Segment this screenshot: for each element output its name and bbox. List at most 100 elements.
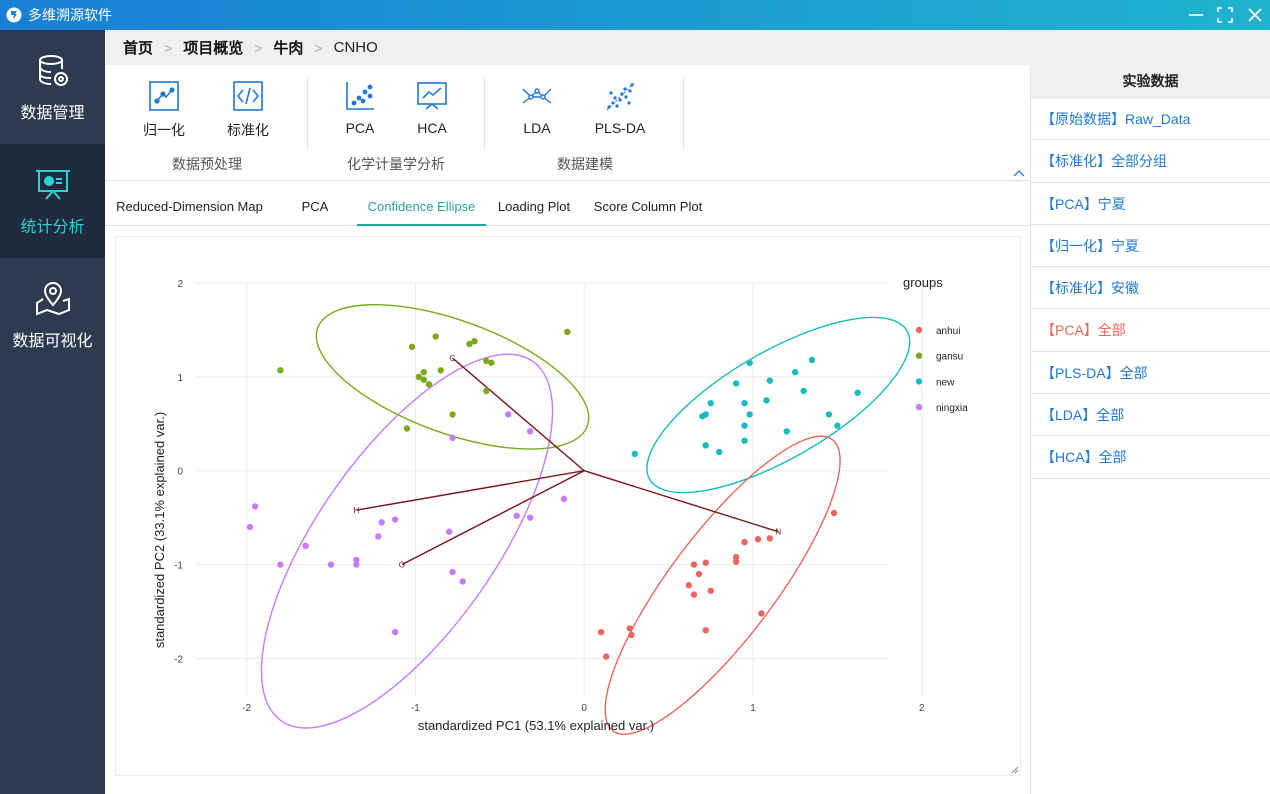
data-point-new	[699, 413, 706, 420]
close-icon[interactable]	[1245, 5, 1265, 25]
dataset-item[interactable]: 【标准化】全部分组	[1031, 140, 1270, 183]
loading-label-O: O	[399, 561, 405, 570]
sidebar-item-statistical-analysis[interactable]: 统计分析	[0, 144, 105, 258]
tab-confidence-ellipse[interactable]: Confidence Ellipse	[357, 181, 486, 226]
data-point-ningxia	[353, 561, 360, 568]
group-label-chemometrics: 化学计量学分析	[347, 156, 445, 172]
chevron-right-icon: >	[164, 39, 173, 56]
data-point-ningxia	[449, 434, 456, 442]
data-point-ningxia	[391, 516, 399, 523]
data-point-new	[766, 377, 774, 384]
data-point-anhui	[628, 631, 635, 639]
divider	[683, 77, 684, 149]
data-point-new	[791, 368, 799, 376]
breadcrumb-beef[interactable]: 牛肉	[273, 37, 303, 58]
dots-icon	[606, 82, 635, 111]
tab-loading-plot[interactable]: Loading Plot	[493, 181, 575, 226]
data-point-new	[783, 428, 790, 435]
dataset-item[interactable]: 【PCA】全部	[1031, 309, 1270, 352]
data-point-anhui	[702, 627, 709, 634]
hca-button[interactable]: HCA	[392, 79, 472, 141]
tool-label: 归一化	[143, 122, 185, 138]
normalize-button[interactable]: 归一化	[124, 79, 204, 141]
breadcrumb-project-overview[interactable]: 项目概览	[183, 37, 243, 58]
data-point-new	[800, 387, 807, 395]
data-point-anhui	[707, 587, 714, 595]
data-point-anhui	[754, 536, 762, 543]
dataset-item[interactable]: 【归一化】宁夏	[1031, 225, 1270, 268]
tab-score-column-plot[interactable]: Score Column Plot	[590, 181, 706, 226]
tab-pca[interactable]: PCA	[285, 181, 345, 226]
loading-arrow-H	[356, 470, 585, 511]
maximize-icon[interactable]	[1215, 5, 1235, 25]
group-label-modeling: 数据建模	[557, 156, 613, 172]
sidebar-item-data-management[interactable]: 数据管理	[0, 30, 105, 144]
confidence-ellipse-anhui	[604, 435, 841, 735]
chevron-right-icon: >	[314, 39, 323, 56]
breadcrumb-current: CNHO	[333, 39, 378, 56]
data-point-new	[741, 437, 748, 444]
data-point-ningxia	[445, 528, 453, 535]
standardize-button[interactable]: 标准化	[208, 79, 288, 141]
data-point-anhui	[685, 582, 693, 589]
data-point-new	[854, 389, 861, 397]
loading-arrow-C	[452, 357, 585, 472]
data-point-ningxia	[327, 561, 335, 568]
tool-label: PCA	[345, 120, 375, 136]
data-point-gansu	[415, 373, 422, 381]
lda-button[interactable]: LDA	[497, 79, 577, 141]
sidebar-item-data-visualization[interactable]: 数据可视化	[0, 258, 105, 372]
tool-label: LDA	[523, 120, 551, 136]
data-point-ningxia	[391, 628, 399, 636]
data-point-new	[702, 442, 709, 449]
data-point-ningxia	[526, 428, 534, 435]
data-point-ningxia	[302, 542, 309, 550]
pca-button[interactable]: PCA	[320, 79, 400, 141]
x-axis-label: standardized PC1 (53.1% explained var.)	[418, 718, 654, 733]
normalize-icon	[149, 81, 179, 111]
data-point-anhui	[830, 509, 838, 517]
dataset-item[interactable]: 【LDA】全部	[1031, 394, 1270, 437]
loading-arrow-O	[401, 470, 585, 566]
data-point-ningxia	[375, 533, 382, 540]
sidebar-item-label: 数据管理	[20, 105, 85, 122]
data-point-gansu	[483, 387, 490, 395]
confidence-ellipse-new	[646, 316, 911, 494]
data-point-anhui	[732, 558, 740, 565]
dataset-item[interactable]: 【原始数据】Raw_Data	[1031, 98, 1270, 141]
chevron-up-icon[interactable]	[1012, 168, 1026, 178]
chart-panel: C N H O -2 -1 0 1 2 -2 -1 0 1 2 standardized PC1 (53…	[115, 236, 1021, 776]
dataset-item[interactable]: 【标准化】安徽	[1031, 267, 1270, 310]
data-point-new	[631, 450, 639, 458]
data-point-gansu	[432, 333, 439, 340]
data-point-anhui	[766, 535, 774, 542]
tool-label: 标准化	[227, 122, 269, 138]
group-label-preprocessing: 数据预处理	[172, 156, 242, 172]
toolbar: 归一化 标准化 数据预处理 PCA HCA 化学计量学分析 LDA PLS-DA…	[105, 65, 1030, 181]
dataset-item[interactable]: 【HCA】全部	[1031, 436, 1270, 479]
breadcrumb-home[interactable]: 首页	[123, 37, 153, 58]
loading-label-N: N	[775, 528, 781, 537]
minimize-icon[interactable]	[1186, 5, 1206, 25]
dataset-item[interactable]: 【PLS-DA】全部	[1031, 352, 1270, 395]
data-point-gansu	[488, 359, 495, 366]
y-tick-label: 0	[177, 467, 183, 478]
tool-label: PLS-DA	[594, 120, 646, 136]
data-point-anhui	[758, 610, 765, 617]
confidence-ellipse-chart: C N H O -2 -1 0 1 2 -2 -1 0 1 2 standardized PC1 (53…	[152, 275, 1019, 774]
pls-da-button[interactable]: PLS-DA	[580, 79, 660, 141]
dataset-item[interactable]: 【PCA】宁夏	[1031, 183, 1270, 225]
experiment-data-panel: 实验数据 【原始数据】Raw_Data 【标准化】全部分组 【PCA】宁夏 【归一化】…	[1030, 65, 1270, 794]
data-point-gansu	[425, 381, 433, 388]
data-point-gansu	[408, 343, 416, 351]
data-point-new	[834, 422, 841, 429]
divider	[307, 77, 308, 149]
data-point-new	[808, 356, 816, 364]
tab-reduced-dimension-map[interactable]: Reduced-Dimension Map	[111, 181, 268, 226]
app-title: 多维溯源软件	[28, 7, 112, 23]
resize-handle-icon[interactable]	[1011, 766, 1019, 774]
data-point-new	[746, 411, 753, 418]
data-point-new	[716, 448, 723, 456]
legend-label-anhui: anhui	[936, 326, 960, 337]
data-point-new	[741, 422, 748, 429]
